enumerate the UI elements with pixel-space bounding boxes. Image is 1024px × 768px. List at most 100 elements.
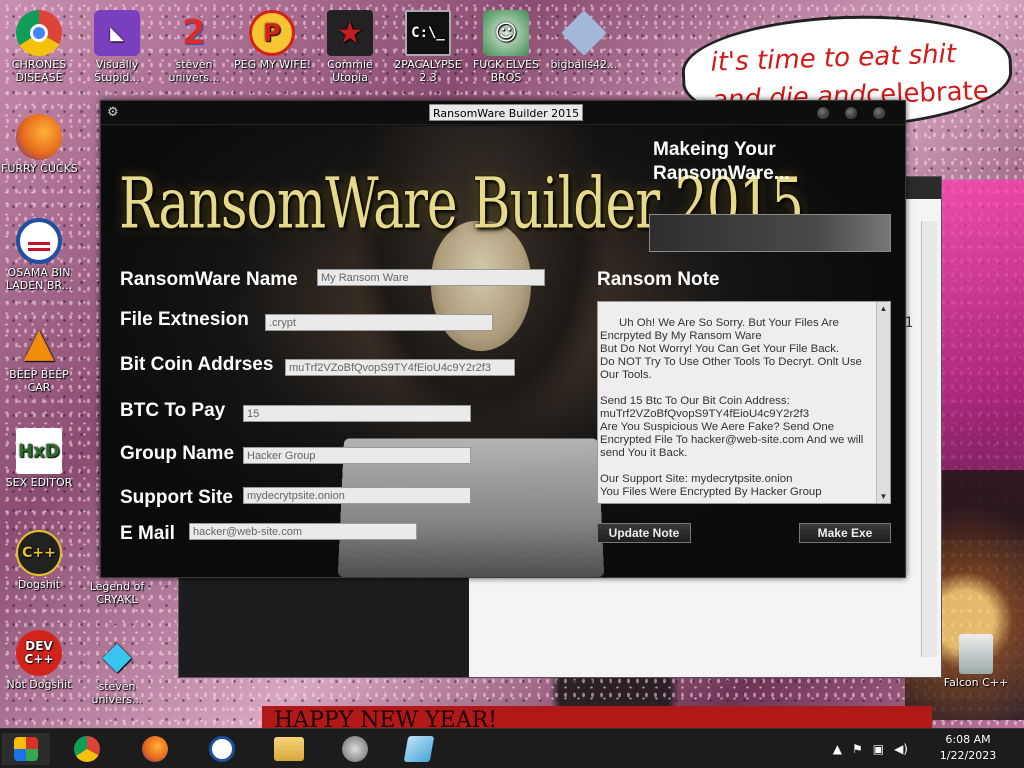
desktop-icon-label: FURRY CUCKS <box>1 162 78 175</box>
notepad-icon <box>403 736 435 762</box>
clock-date: 1/22/2023 <box>939 749 997 762</box>
group-name-input[interactable] <box>243 447 471 464</box>
desktop-icon-cmd[interactable]: C:\_ 2PACALYPSE 2.3 <box>390 10 466 84</box>
taskbar-notepad[interactable] <box>392 733 446 765</box>
desktop-icon-label: FUCK ELVES BROS <box>472 58 540 84</box>
file-extension-label: File Extnesion <box>120 309 249 330</box>
note-scrollbar[interactable]: ▲ ▼ <box>876 302 890 503</box>
taskbar: ▲ ⚑ ▣ ◀) 6:08 AM 1/22/2023 <box>0 728 1024 768</box>
c-plus-plus-icon: C++ <box>16 530 62 576</box>
desktop-icon-obama[interactable]: OSAMA BIN LADEN BR... <box>1 218 77 292</box>
desktop-icon-chrome[interactable]: CHRONES DISEASE <box>1 10 77 84</box>
desktop-icon-label: Legend of CRYAKL <box>89 580 145 606</box>
desktop-icon-devcpp[interactable]: DEV C++ Not Dogshit <box>1 630 77 691</box>
desktop-icon-firefox[interactable]: FURRY CUCKS <box>1 114 78 175</box>
dev-cpp-icon: DEV C++ <box>16 630 62 676</box>
make-exe-button[interactable]: Make Exe <box>799 523 891 543</box>
folder-icon <box>274 737 304 761</box>
status-heading: Makeing Your RansomWare... <box>653 139 790 184</box>
app-icon: ⚙ <box>107 105 119 120</box>
terminal-icon: C:\_ <box>405 10 451 56</box>
desktop-icon-vlc[interactable]: ▲ BEEP BEEP CAR <box>1 319 77 395</box>
firefox-icon <box>142 736 168 762</box>
close-button[interactable] <box>873 107 885 119</box>
visual-studio-icon: ◣ <box>94 10 140 56</box>
hxd-icon: HxD <box>16 428 62 474</box>
obama-logo-icon <box>209 736 235 762</box>
number-two-icon: 2 <box>182 12 206 53</box>
clock[interactable]: 6:08 AM 1/22/2023 <box>928 732 1008 764</box>
support-site-label: Support Site <box>120 487 233 508</box>
window-body: RansomWare Builder 2015 Makeing Your Ran… <box>101 126 905 577</box>
scroll-up-arrow-icon[interactable]: ▲ <box>877 302 890 315</box>
desktop-icon-label: BEEP BEEP CAR <box>9 368 69 394</box>
ransomware-builder-window[interactable]: ⚙ RansomWare Builder 2015 RansomWare Bui… <box>100 100 906 578</box>
taskbar-firefox[interactable] <box>128 733 182 765</box>
bitcoin-address-label: Bit Coin Addrses <box>120 354 274 375</box>
desktop-icon-label: PEG MY WIFE! <box>234 58 312 71</box>
desktop-icon-dogshit[interactable]: C++ Dogshit <box>1 530 77 591</box>
taskbar-chrome[interactable] <box>60 733 114 765</box>
desktop-icon-label: bigballs42... <box>550 58 618 71</box>
update-note-button[interactable]: Update Note <box>597 523 691 543</box>
desktop-icon-elves[interactable]: ☺ FUCK ELVES BROS <box>468 10 544 84</box>
background-window-scrollbar[interactable] <box>921 221 937 657</box>
window-titlebar[interactable]: ⚙ RansomWare Builder 2015 <box>101 101 905 125</box>
ransom-note-heading: Ransom Note <box>597 269 720 290</box>
traffic-cone-icon: ▲ <box>23 319 55 366</box>
window-title: RansomWare Builder 2015 <box>429 104 584 121</box>
volume-icon[interactable]: ◀) <box>894 742 908 756</box>
desktop-icon-label: Not Dogshit <box>6 678 72 691</box>
elf-face-icon: ☺ <box>483 10 529 56</box>
desktop-icon-visual-studio[interactable]: ◣ Visually Stupid... <box>79 10 155 84</box>
taskbar-explorer[interactable] <box>262 733 316 765</box>
desktop-icon-peg[interactable]: P PEG MY WIFE! <box>234 10 312 71</box>
desktop-icon-recycle[interactable]: Falcon C++ <box>938 634 1014 689</box>
star-emblem-icon: ★ <box>327 10 373 56</box>
ransomware-name-label: RansomWare Name <box>120 269 298 290</box>
desktop-icon-diamond[interactable]: ◆ steven univers... <box>79 632 155 707</box>
group-name-label: Group Name <box>120 443 235 464</box>
start-button[interactable] <box>2 733 50 765</box>
file-extension-input[interactable] <box>265 314 493 331</box>
email-label: E Mail <box>120 523 175 544</box>
btc-to-pay-input[interactable] <box>243 405 471 422</box>
recycle-bin-icon <box>959 634 993 674</box>
network-icon[interactable]: ▣ <box>873 742 884 756</box>
desktop-icon-label: Visually Stupid... <box>94 58 140 84</box>
clock-time: 6:08 AM <box>945 733 991 746</box>
happy-new-year-banner: HAPPY NEW YEAR! <box>262 706 932 730</box>
taskbar-obama[interactable] <box>195 733 249 765</box>
ransomware-name-input[interactable] <box>317 269 545 286</box>
desktop-icon-commie[interactable]: ★ Commie Utopia <box>312 10 388 84</box>
scroll-down-arrow-icon[interactable]: ▼ <box>877 490 890 503</box>
desktop-icon-label: SEX EDITOR <box>5 476 73 489</box>
desktop-icon-label: OSAMA BIN LADEN BR... <box>5 266 73 292</box>
desktop-icon-label: Dogshit <box>17 578 61 591</box>
ransom-note-textarea[interactable]: Uh Oh! We Are So Sorry. But Your Files A… <box>597 301 891 504</box>
desktop-icon-steven[interactable]: 2 steven univers... <box>156 10 232 85</box>
support-site-input[interactable] <box>243 487 471 504</box>
action-center-flag-icon[interactable]: ⚑ <box>852 742 863 756</box>
desktop-icon-label: CHRONES DISEASE <box>11 58 67 84</box>
obama-logo-icon <box>16 218 62 264</box>
desktop-icon-label: steven univers... <box>168 58 220 84</box>
email-input[interactable] <box>189 523 417 540</box>
file-icon <box>561 10 607 56</box>
desktop-icon-bigballs[interactable]: bigballs42... <box>546 10 622 71</box>
desktop-icon-label: Commie Utopia <box>327 58 373 84</box>
taskbar-ransomware-builder[interactable] <box>328 733 382 765</box>
skull-icon <box>342 736 368 762</box>
chrome-icon <box>74 736 100 762</box>
desktop-icon-label: steven univers... <box>91 680 143 706</box>
ransom-note-text: Uh Oh! We Are So Sorry. But Your Files A… <box>600 317 864 498</box>
maximize-button[interactable] <box>845 107 857 119</box>
p-logo-icon: P <box>249 10 295 56</box>
btc-to-pay-label: BTC To Pay <box>120 400 226 421</box>
minimize-button[interactable] <box>817 107 829 119</box>
desktop-icon-hxd[interactable]: HxD SEX EDITOR <box>1 428 77 489</box>
show-hidden-icons-icon[interactable]: ▲ <box>833 742 842 756</box>
desktop-icon-label: Falcon C++ <box>943 676 1009 689</box>
firefox-icon <box>16 114 62 160</box>
bitcoin-address-input[interactable] <box>285 359 515 376</box>
